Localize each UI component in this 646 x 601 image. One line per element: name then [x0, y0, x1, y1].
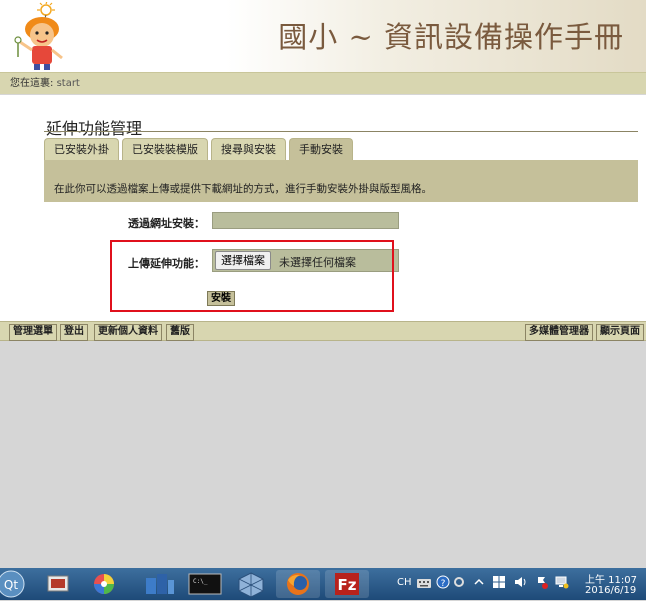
site-header: 國小 ~ 資訊設備操作手冊: [0, 0, 646, 72]
server-manager-icon[interactable]: [136, 570, 180, 598]
svg-text:?: ?: [441, 579, 446, 589]
red-highlight-box: [110, 240, 394, 312]
url-install-label: 透過網址安裝：: [128, 217, 205, 230]
virtualbox-icon[interactable]: [229, 570, 273, 598]
breadcrumb-label: 您在這裏:: [10, 78, 54, 89]
tab-search-install[interactable]: 搜尋與安裝: [211, 138, 286, 160]
logout-button[interactable]: 登出: [60, 324, 88, 341]
breadcrumb: 您在這裏: start: [0, 72, 646, 94]
settings-icon[interactable]: [453, 575, 465, 589]
description-panel: 在此你可以透過檔案上傳或提供下載網址的方式，進行手動安裝外掛與版型風格。: [44, 160, 638, 202]
admin-menu-button[interactable]: 管理選單: [9, 324, 57, 341]
clock-time[interactable]: 上午 11:07: [585, 571, 637, 586]
tab-installed-plugins[interactable]: 已安裝外掛: [44, 138, 119, 160]
qt-start-icon[interactable]: Qt: [0, 569, 26, 599]
site-title[interactable]: 國小 ~ 資訊設備操作手冊: [278, 14, 624, 56]
language-indicator[interactable]: CH: [397, 577, 412, 588]
network-icon[interactable]: [555, 575, 569, 589]
window-switcher-icon[interactable]: [36, 570, 80, 598]
windows-flag-icon[interactable]: [492, 575, 506, 589]
breadcrumb-link-start[interactable]: start: [57, 78, 80, 89]
main-content: 延伸功能管理 已安裝外掛 已安裝裝模版 搜尋與安裝 手動安裝 在此你可以透過檔案…: [0, 95, 646, 321]
extension-tabs: 已安裝外掛 已安裝裝模版 搜尋與安裝 手動安裝: [44, 138, 353, 160]
show-page-button[interactable]: 顯示頁面: [596, 324, 644, 341]
help-icon[interactable]: ?: [436, 575, 450, 589]
empty-page-area: [0, 341, 646, 549]
right-edge: [638, 95, 646, 321]
old-revisions-button[interactable]: 舊版: [166, 324, 194, 341]
svg-text:Fz: Fz: [338, 576, 357, 594]
description-text: 在此你可以透過檔案上傳或提供下載網址的方式，進行手動安裝外掛與版型風格。: [54, 183, 432, 195]
title-divider: [44, 131, 638, 132]
footer-toolbar: 管理選單 登出 更新個人資料 舊版 多媒體管理器 顯示頁面: [0, 321, 646, 341]
tab-manual-install[interactable]: 手動安裝: [289, 138, 353, 160]
filezilla-icon[interactable]: Fz: [325, 570, 369, 598]
tray-expand-icon[interactable]: [474, 577, 484, 587]
mascot-logo[interactable]: [6, 2, 72, 70]
page-title: 延伸功能管理: [46, 119, 143, 138]
media-manager-button[interactable]: 多媒體管理器: [525, 324, 593, 341]
tab-installed-templates[interactable]: 已安裝裝模版: [122, 138, 208, 160]
action-center-icon[interactable]: [535, 575, 549, 589]
url-install-input[interactable]: [212, 212, 399, 229]
clock-date[interactable]: 2016/6/19: [585, 585, 636, 596]
volume-icon[interactable]: [513, 575, 527, 589]
svg-text:C:\_: C:\_: [193, 578, 208, 585]
firefox-icon[interactable]: [276, 570, 320, 598]
command-prompt-icon[interactable]: C:\_: [183, 570, 227, 598]
svg-text:Qt: Qt: [4, 578, 18, 592]
keyboard-icon[interactable]: [416, 576, 432, 590]
update-profile-button[interactable]: 更新個人資料: [94, 324, 162, 341]
windows-taskbar: Qt C:\_ Fz CH ? 上午 11:07 2016/6/19: [0, 568, 646, 600]
color-wheel-icon[interactable]: [82, 570, 126, 598]
